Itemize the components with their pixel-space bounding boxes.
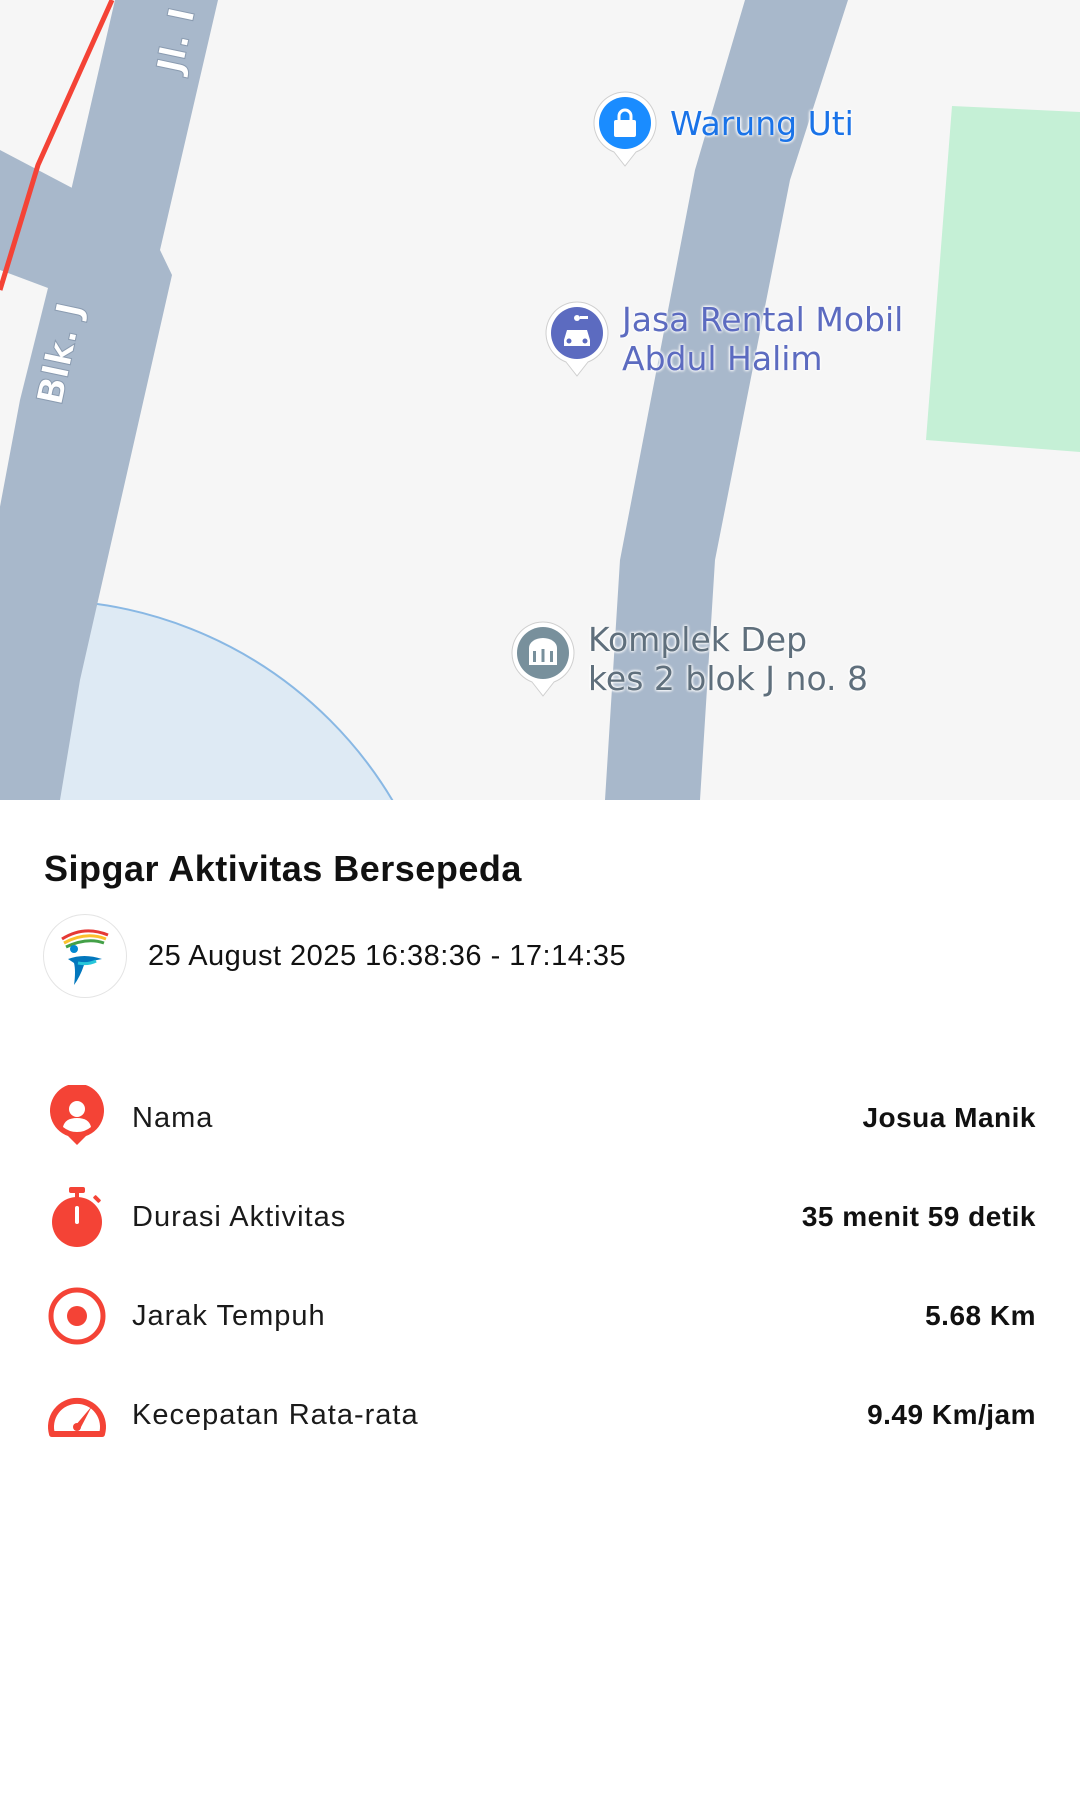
- activity-title: Sipgar Aktivitas Bersepeda: [44, 848, 522, 889]
- map-view[interactable]: Blk. J Jl. I Warung Uti Jasa Rental Mobi…: [0, 0, 1080, 800]
- stat-row-kecepatan: Kecepatan Rata-rata 9.49 Km/jam: [44, 1382, 1036, 1448]
- place-name-line-2: Abdul Halim: [622, 339, 823, 378]
- stat-label: Jarak Tempuh: [132, 1299, 326, 1332]
- stat-value: 5.68 Km: [925, 1300, 1036, 1331]
- place-name-line-2: kes 2 blok J no. 8: [588, 659, 869, 698]
- target-icon: [48, 1287, 106, 1345]
- stat-row-nama: Nama Josua Manik: [44, 1085, 1036, 1151]
- stat-value: 35 menit 59 detik: [801, 1201, 1036, 1232]
- car-rental-icon: [545, 301, 609, 377]
- place-marker-jasa-rental-mobil[interactable]: Jasa Rental Mobil Abdul Halim: [544, 300, 903, 378]
- stopwatch-icon: [52, 1187, 102, 1247]
- stat-label: Nama: [132, 1101, 214, 1134]
- stat-value: Josua Manik: [862, 1102, 1036, 1133]
- user-location-icon: [50, 1085, 104, 1145]
- stat-value: 9.49 Km/jam: [867, 1399, 1036, 1430]
- app-logo: [44, 915, 126, 997]
- place-marker-warung-uti[interactable]: Warung Uti: [592, 90, 854, 168]
- place-name-line-1: Jasa Rental Mobil: [622, 300, 904, 339]
- park-area: [926, 106, 1080, 452]
- building-icon: [511, 621, 575, 697]
- stat-row-jarak: Jarak Tempuh 5.68 Km: [44, 1283, 1036, 1349]
- activity-summary-panel: Sipgar Aktivitas Bersepeda 25 August 202…: [0, 800, 1080, 1800]
- shopping-bag-icon: [593, 91, 657, 167]
- activity-date-row: 25 August 2025 16:38:36 - 17:14:35: [44, 915, 626, 997]
- stat-label: Durasi Aktivitas: [132, 1200, 347, 1233]
- stat-row-durasi: Durasi Aktivitas 35 menit 59 detik: [44, 1184, 1036, 1250]
- stat-label: Kecepatan Rata-rata: [132, 1398, 419, 1431]
- speedometer-icon: [48, 1397, 106, 1437]
- place-name: Warung Uti: [670, 104, 854, 143]
- place-marker-komplek-depkes[interactable]: Komplek Dep kes 2 blok J no. 8: [510, 620, 868, 698]
- place-name-line-1: Komplek Dep: [588, 620, 808, 659]
- app-logo-icon: [45, 916, 125, 996]
- activity-date-range: 25 August 2025 16:38:36 - 17:14:35: [148, 939, 627, 972]
